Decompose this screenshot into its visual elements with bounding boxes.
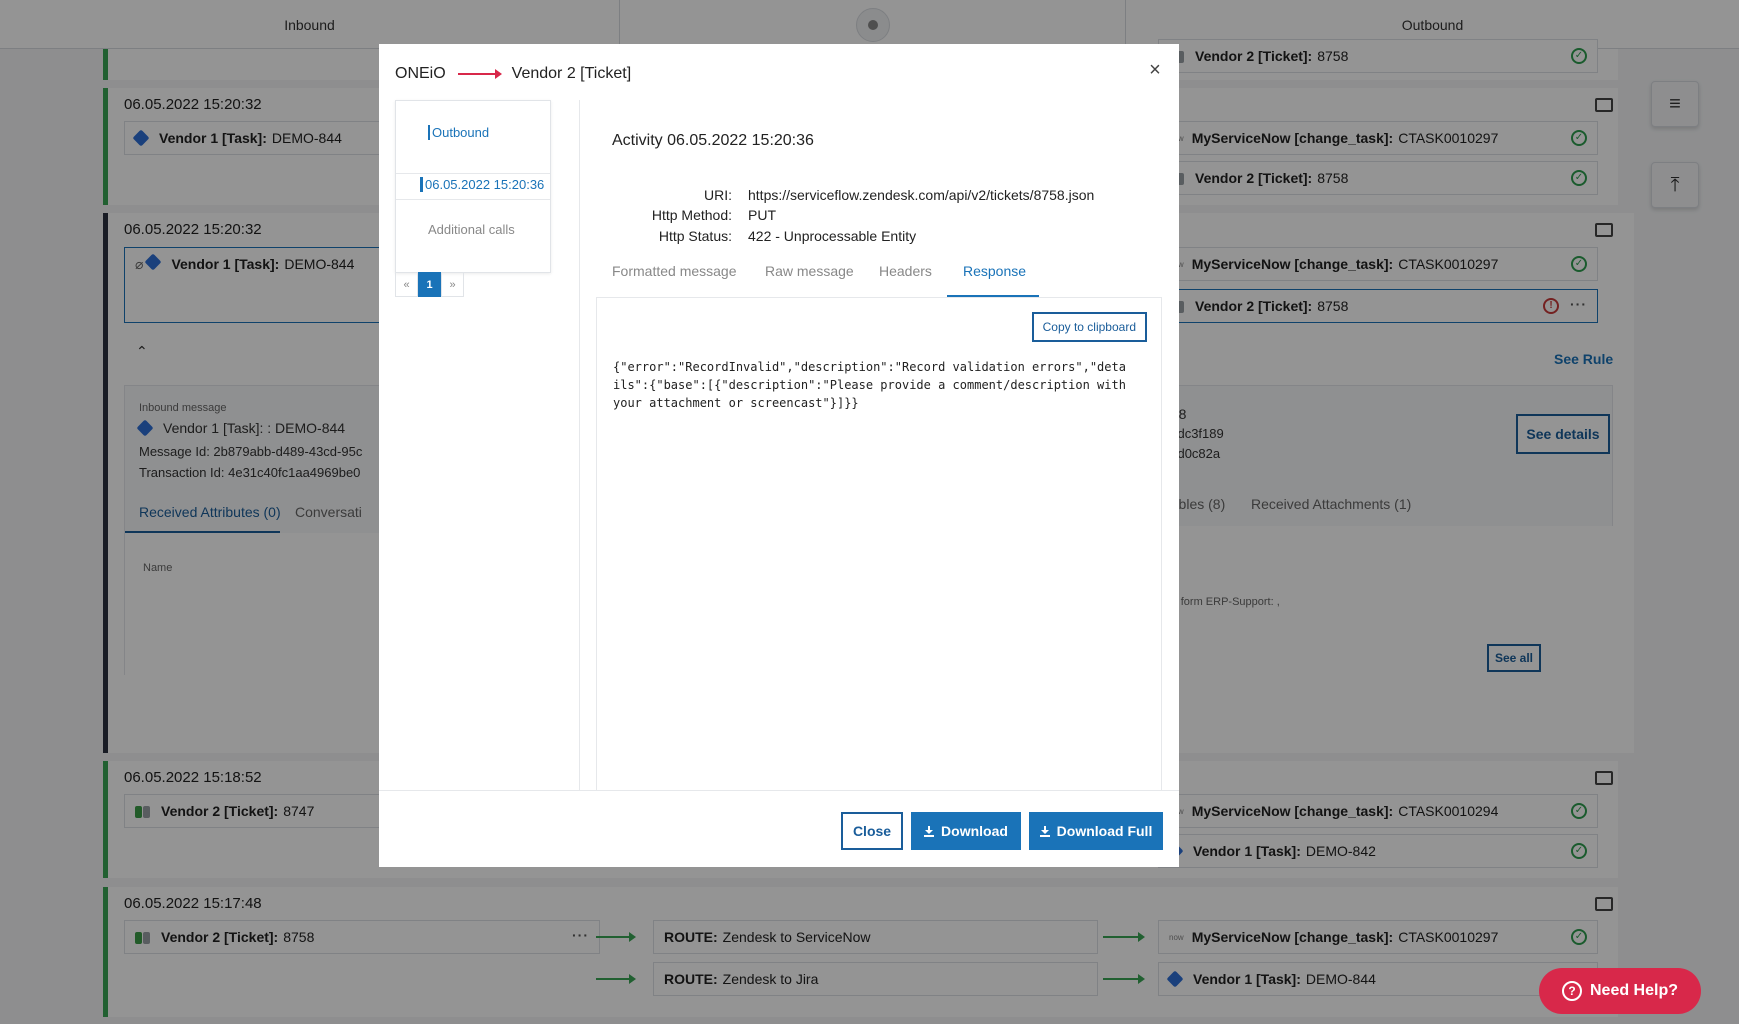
direction-arrow-icon xyxy=(457,69,502,79)
download-icon xyxy=(924,825,935,837)
nav-outbound[interactable]: Outbound xyxy=(428,125,489,140)
download-button[interactable]: Download xyxy=(911,812,1021,850)
activity-title: Activity 06.05.2022 15:20:36 xyxy=(612,132,814,149)
target-system: Vendor 2 [Ticket] xyxy=(511,65,632,82)
activity-nav: Outbound 06.05.2022 15:20:36 Additional … xyxy=(395,100,551,273)
question-icon: ? xyxy=(1561,981,1582,1001)
activity-modal: ONEiO Vendor 2 [Ticket] × Outbound 06.05… xyxy=(379,44,1179,867)
pagination: « 1 » xyxy=(395,272,464,297)
source-system: ONEiO xyxy=(395,65,446,82)
download-full-button[interactable]: Download Full xyxy=(1029,812,1163,850)
copy-to-clipboard-button[interactable]: Copy to clipboard xyxy=(1031,312,1147,342)
pager-prev[interactable]: « xyxy=(395,272,418,297)
nav-activity-date[interactable]: 06.05.2022 15:20:36 xyxy=(420,177,544,192)
tab-raw-message[interactable]: Raw message xyxy=(765,263,854,291)
modal-header: ONEiO Vendor 2 [Ticket] xyxy=(395,60,1163,88)
close-button[interactable]: Close xyxy=(841,812,903,850)
pager-current[interactable]: 1 xyxy=(418,272,441,297)
nav-additional-calls[interactable]: Additional calls xyxy=(428,222,515,237)
response-body: {"error":"RecordInvalid","description":"… xyxy=(613,360,1134,410)
pager-next[interactable]: » xyxy=(441,272,464,297)
tab-headers[interactable]: Headers xyxy=(879,263,932,291)
close-icon[interactable]: × xyxy=(1145,60,1165,80)
response-panel: Copy to clipboard {"error":"RecordInvali… xyxy=(596,297,1162,790)
tab-response[interactable]: Response xyxy=(963,263,1026,291)
tab-formatted-message[interactable]: Formatted message xyxy=(612,263,737,291)
need-help-button[interactable]: ? Need Help? xyxy=(1539,968,1701,1014)
download-icon xyxy=(1039,825,1050,837)
